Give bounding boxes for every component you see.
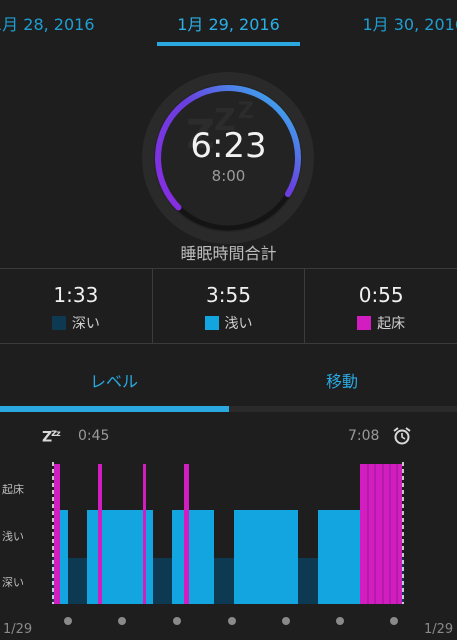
deep-value: 1:33 — [53, 283, 99, 307]
svg-text:Z: Z — [238, 99, 254, 124]
date-navigation: 1月 28, 2016 1月 29, 2016 1月 30, 2016 — [0, 0, 457, 48]
awake-segment — [184, 464, 189, 604]
time-tick — [228, 617, 236, 625]
sleep-goal: 8:00 — [211, 167, 246, 185]
awake-swatch — [357, 316, 372, 330]
light-segment — [60, 510, 68, 604]
chart-header: Zzz 0:45 7:08 — [0, 426, 457, 450]
light-segment — [318, 510, 362, 604]
total-sleep-time: 6:23 — [190, 126, 267, 166]
awake-segment — [143, 464, 146, 604]
y-label-deep: 深い — [2, 576, 24, 589]
next-date[interactable]: 1月 30, 2016 — [362, 11, 457, 35]
sleep-stats: 1:33 深い 3:55 浅い 0:55 起床 — [0, 268, 457, 344]
alarm-clock-icon — [393, 427, 411, 445]
current-date-indicator — [157, 42, 300, 46]
time-tick — [118, 617, 126, 625]
stat-awake: 0:55 起床 — [305, 269, 457, 343]
tab-level[interactable]: レベル — [90, 368, 138, 392]
chart-tabs: レベル 移動 — [0, 352, 457, 412]
sleep-start-icon: Zzz — [42, 428, 61, 446]
tab-movement[interactable]: 移動 — [326, 368, 358, 392]
time-tick — [64, 617, 72, 625]
sleep-start-time: 0:45 — [78, 428, 110, 444]
awake-segment — [360, 464, 402, 604]
time-tick — [173, 617, 181, 625]
sleep-ring: Z Z Z 6:23 8:00 — [0, 60, 457, 244]
y-label-awake: 起床 — [2, 483, 24, 496]
time-tick — [282, 617, 290, 625]
sleep-end-time: 7:08 — [348, 428, 380, 444]
time-tick — [390, 617, 398, 625]
awake-value: 0:55 — [358, 283, 404, 307]
awake-segment — [54, 464, 60, 604]
y-label-light: 浅い — [2, 530, 24, 543]
time-tick — [336, 617, 344, 625]
deep-swatch — [51, 316, 66, 330]
time-axis-dots — [0, 614, 457, 628]
light-label: 浅い — [224, 316, 253, 332]
light-segment — [234, 510, 298, 604]
light-swatch — [204, 316, 219, 330]
awake-segment — [98, 464, 102, 604]
total-sleep-label: 睡眠時間合計 — [180, 244, 277, 263]
tab-track — [0, 406, 457, 412]
awake-label: 起床 — [377, 316, 406, 332]
sleep-level-chart — [52, 462, 404, 604]
light-segment — [172, 510, 214, 604]
deep-label: 深い — [71, 316, 100, 332]
active-tab-indicator — [0, 406, 229, 412]
light-value: 3:55 — [206, 283, 251, 307]
x-end-label: 1/29 — [424, 622, 454, 637]
x-start-label: 1/29 — [3, 622, 33, 637]
stat-deep: 1:33 深い — [0, 269, 153, 343]
stat-light: 3:55 浅い — [153, 269, 306, 343]
